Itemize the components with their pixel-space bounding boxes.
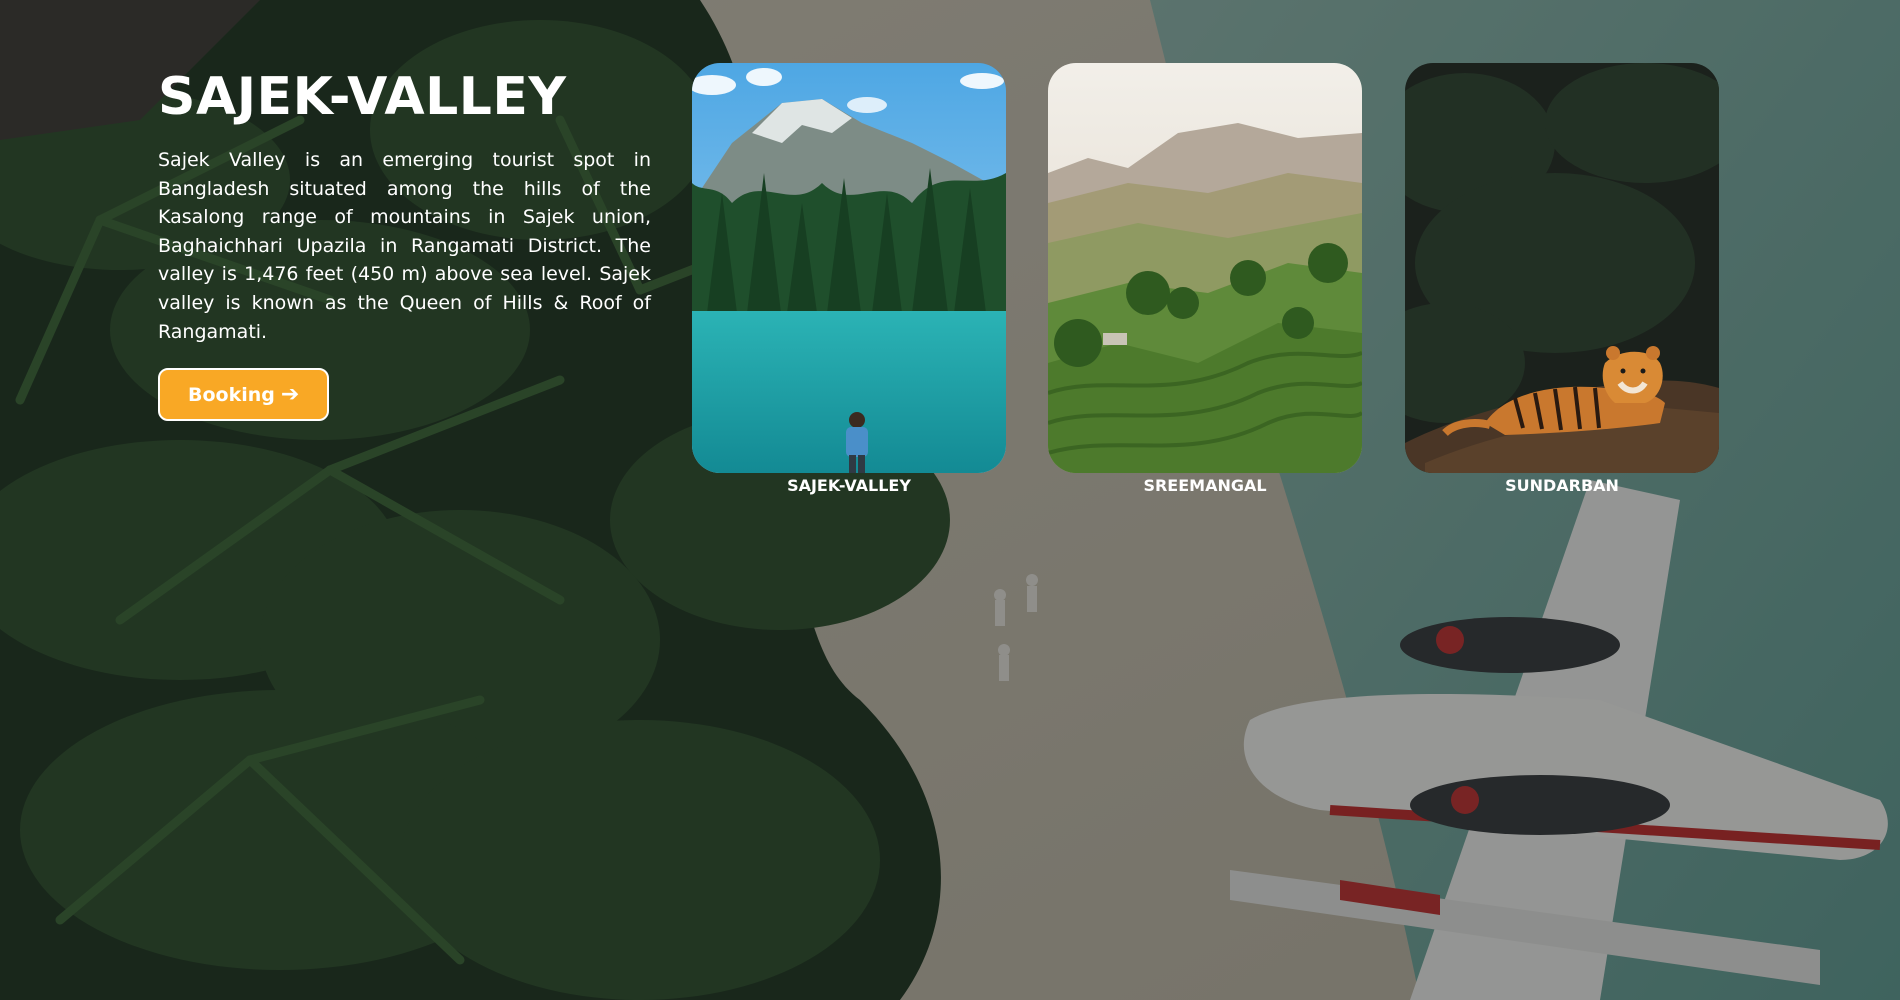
mountain-lake-hiker-image[interactable] — [692, 63, 1006, 473]
tea-garden-hills-image[interactable] — [1048, 63, 1362, 473]
destination-card-sreemangal[interactable]: SREEMANGAL — [1048, 63, 1362, 496]
hero-title: SAJEK-VALLEY — [158, 67, 567, 127]
card-label: SAJEK-VALLEY — [787, 476, 911, 495]
booking-button[interactable]: Booking ➔ — [158, 368, 330, 422]
destination-card-sundarban[interactable]: SUNDARBAN — [1405, 63, 1719, 496]
card-label: SREEMANGAL — [1143, 476, 1267, 495]
booking-button-label: Booking — [188, 383, 275, 406]
card-label: SUNDARBAN — [1505, 476, 1619, 495]
hero-description: Sajek Valley is an emerging tourist spot… — [158, 149, 651, 343]
destination-card-sajek-valley[interactable]: SAJEK-VALLEY — [692, 63, 1006, 496]
arrow-right-icon: ➔ — [280, 381, 300, 407]
tiger-forest-image[interactable] — [1405, 63, 1719, 473]
hero-section: SAJEK-VALLEY Sajek Valley is an emerging… — [158, 66, 651, 422]
